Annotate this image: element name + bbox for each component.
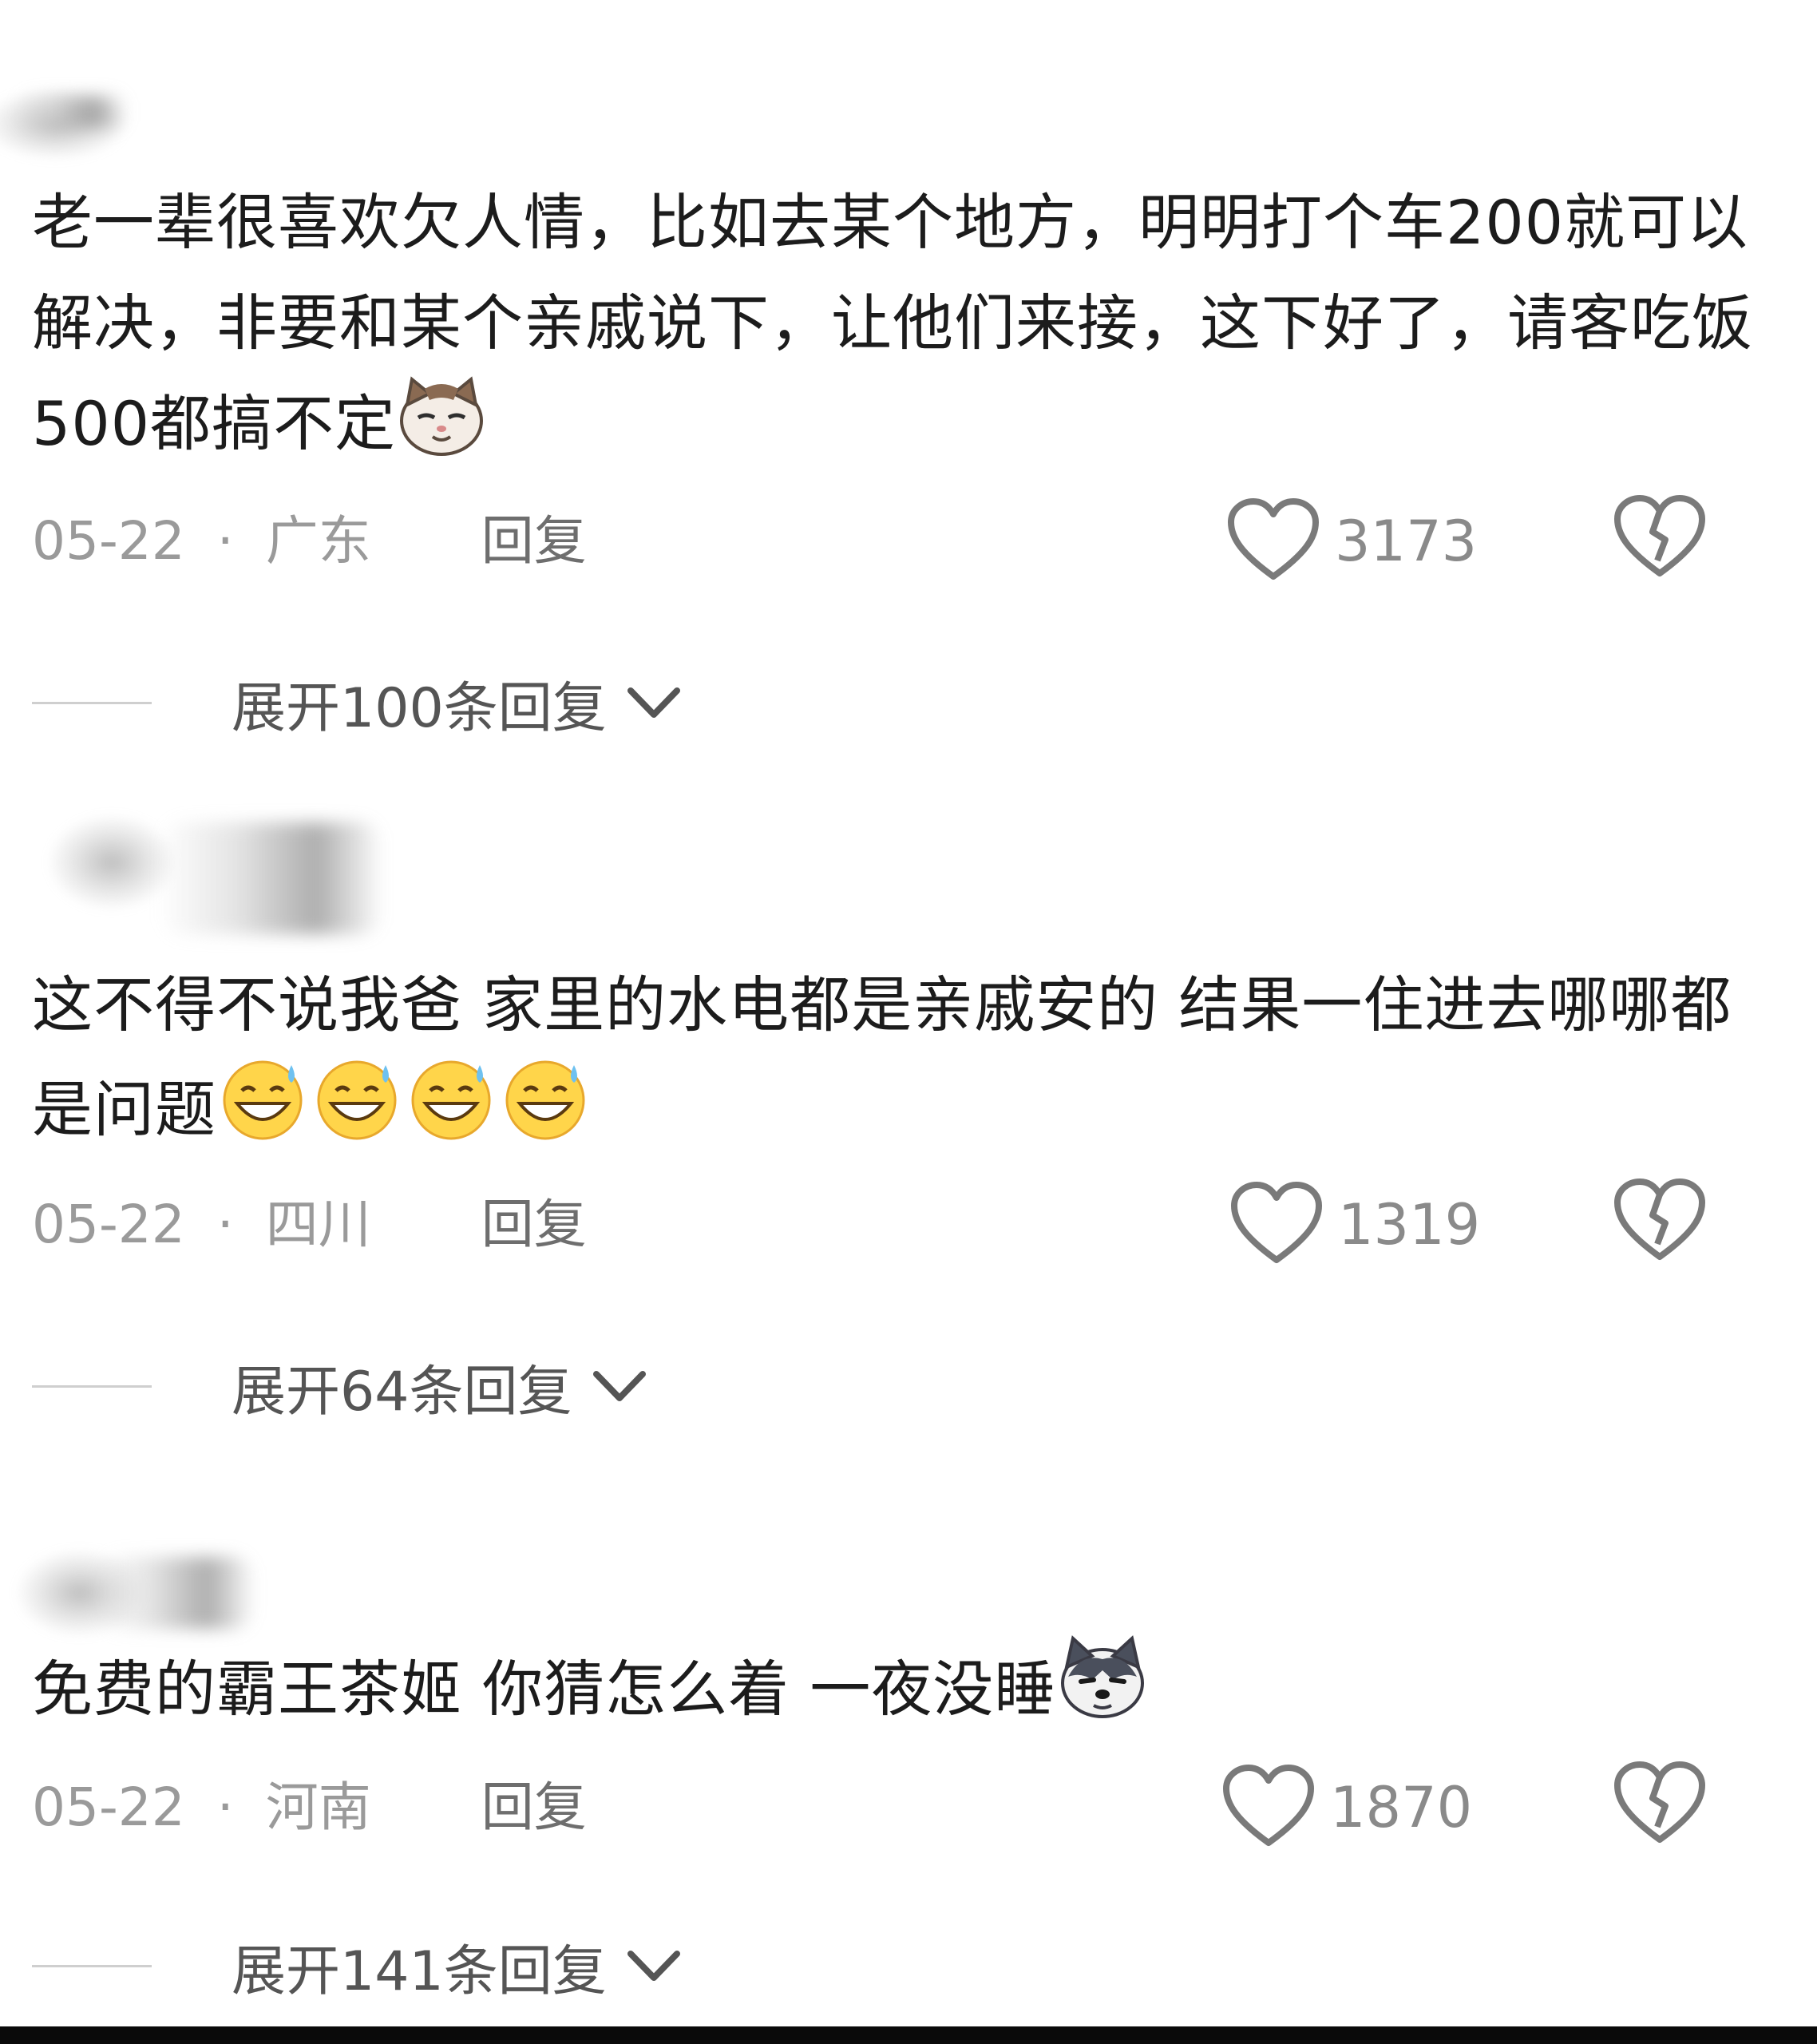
comment-region: 河南: [265, 1777, 371, 1838]
heart-outline-icon: [1229, 1180, 1324, 1270]
comment-region: 四川: [265, 1194, 371, 1255]
like-count: 1870: [1330, 1775, 1473, 1840]
broken-heart-icon: [1613, 495, 1707, 583]
divider-line: [32, 1964, 152, 1967]
expand-replies-label: 展开100条回复: [232, 676, 607, 740]
comment-date: 05-22: [32, 1777, 185, 1838]
meta-separator: ·: [216, 510, 234, 572]
avatar[interactable]: [48, 814, 176, 910]
reply-button[interactable]: 回复: [481, 1768, 587, 1848]
bottom-edge-bar: [0, 2026, 1817, 2044]
comment-date: 05-22: [32, 510, 185, 572]
like-count: 3173: [1335, 509, 1478, 574]
dislike-button[interactable]: [1613, 1177, 1708, 1273]
sweat-smile-emoji: [218, 1056, 598, 1171]
comment-text: 免费的霸王茶姬 你猜怎么着 一夜没睡: [32, 1635, 1772, 1751]
comment-text: 老一辈很喜欢欠人情，比如去某个地方，明明打个车200就可以解决，非要和某个亲戚说…: [32, 172, 1772, 485]
cat-emoji: [398, 376, 485, 485]
chevron-down-icon: [626, 683, 682, 723]
comment-region: 广东: [265, 510, 371, 572]
broken-heart-icon: [1613, 1178, 1707, 1266]
expand-replies-label: 展开64条回复: [232, 1360, 572, 1424]
comment-meta: 05-22 · 四川 回复: [32, 1185, 587, 1265]
expand-replies-label: 展开141条回复: [232, 1939, 607, 2003]
heart-outline-icon: [1221, 1763, 1316, 1852]
like-button[interactable]: 3173: [1226, 493, 1477, 589]
username-blurred[interactable]: [160, 822, 383, 934]
heart-outline-icon: [1226, 497, 1320, 586]
reply-button[interactable]: 回复: [481, 501, 587, 581]
dislike-button[interactable]: [1613, 493, 1708, 589]
dislike-button[interactable]: [1613, 1760, 1708, 1856]
like-count: 1319: [1338, 1192, 1481, 1258]
expand-replies-button[interactable]: 展开100条回复: [32, 663, 682, 743]
like-button[interactable]: 1319: [1229, 1177, 1480, 1273]
meta-separator: ·: [216, 1777, 234, 1838]
meta-separator: ·: [216, 1194, 234, 1255]
husky-emoji: [1057, 1635, 1148, 1751]
expand-replies-button[interactable]: 展开141条回复: [32, 1926, 682, 2006]
divider-line: [32, 701, 152, 704]
comment-meta: 05-22 · 河南 回复: [32, 1768, 587, 1848]
expand-replies-button[interactable]: 展开64条回复: [32, 1346, 647, 1426]
comment-date: 05-22: [32, 1194, 185, 1255]
username-blurred[interactable]: [16, 96, 128, 128]
comment-meta: 05-22 · 广东 回复: [32, 501, 587, 581]
chevron-down-icon: [626, 1946, 682, 1986]
chevron-down-icon: [592, 1366, 647, 1406]
divider-line: [32, 1384, 152, 1388]
username-blurred[interactable]: [96, 1557, 255, 1629]
comment-text: 这不得不说我爸 家里的水电都是亲戚安的 结果一住进去哪哪都是问题: [32, 955, 1772, 1171]
broken-heart-icon: [1613, 1761, 1707, 1849]
reply-button[interactable]: 回复: [481, 1185, 587, 1265]
like-button[interactable]: 1870: [1221, 1760, 1472, 1856]
